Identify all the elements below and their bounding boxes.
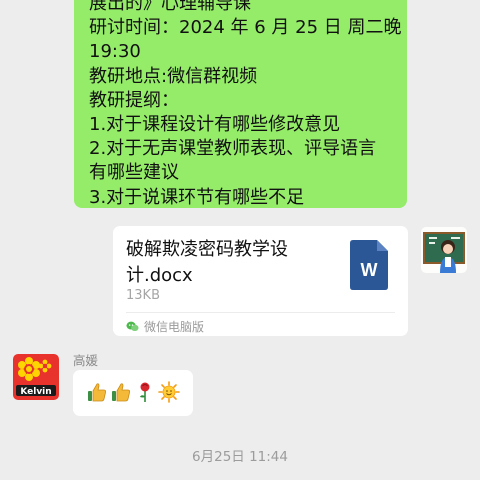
avatar-text: Kelvin <box>20 387 51 397</box>
message-line: 研讨时间：2024 年 6 月 25 日 周二晚 <box>89 17 402 39</box>
file-size: 13KB <box>126 288 160 303</box>
incoming-message-bubble[interactable] <box>73 370 193 416</box>
thumbs-up-icon <box>88 383 106 402</box>
file-source: 微信电脑版 <box>126 318 204 335</box>
avatar[interactable] <box>421 227 467 273</box>
word-doc-icon: W <box>350 240 388 290</box>
message-line: 展出的》心理辅导课 <box>89 0 251 14</box>
message-line: 教研地点:微信群视频 <box>89 65 258 87</box>
kelvin-logo-icon: Kelvin <box>13 354 59 400</box>
file-name: 破解欺凌密码教学设计.docx <box>126 239 288 286</box>
wechat-icon <box>126 321 139 332</box>
source-label: 微信电脑版 <box>144 320 205 334</box>
divider <box>126 312 395 313</box>
file-message-card[interactable]: 破解欺凌密码教学设计.docx 13KB W 微信电脑版 <box>113 226 408 336</box>
teacher-avatar-icon <box>421 227 467 273</box>
message-line: 教研提纲： <box>89 89 179 111</box>
rose-icon <box>140 382 150 402</box>
message-line: 3.对于说课环节有哪些不足 <box>89 186 305 208</box>
sun-icon <box>158 381 180 403</box>
avatar[interactable]: Kelvin <box>13 354 59 400</box>
message-line: 19:30 <box>89 41 141 63</box>
thumbs-up-icon <box>112 383 130 402</box>
emoji-row <box>86 381 180 403</box>
sender-name: 高媛 <box>73 353 99 368</box>
message-line: 1.对于课程设计有哪些修改意见 <box>89 114 341 136</box>
svg-text:W: W <box>361 260 378 280</box>
timestamp: 6月25日 11:44 <box>192 449 288 465</box>
message-line: 有哪些建议 <box>89 162 179 184</box>
outgoing-message-bubble[interactable]: 展出的》心理辅导课 研讨时间：2024 年 6 月 25 日 周二晚 19:30… <box>74 0 407 208</box>
message-line: 2.对于无声课堂教师表现、评导语言 <box>89 138 377 160</box>
